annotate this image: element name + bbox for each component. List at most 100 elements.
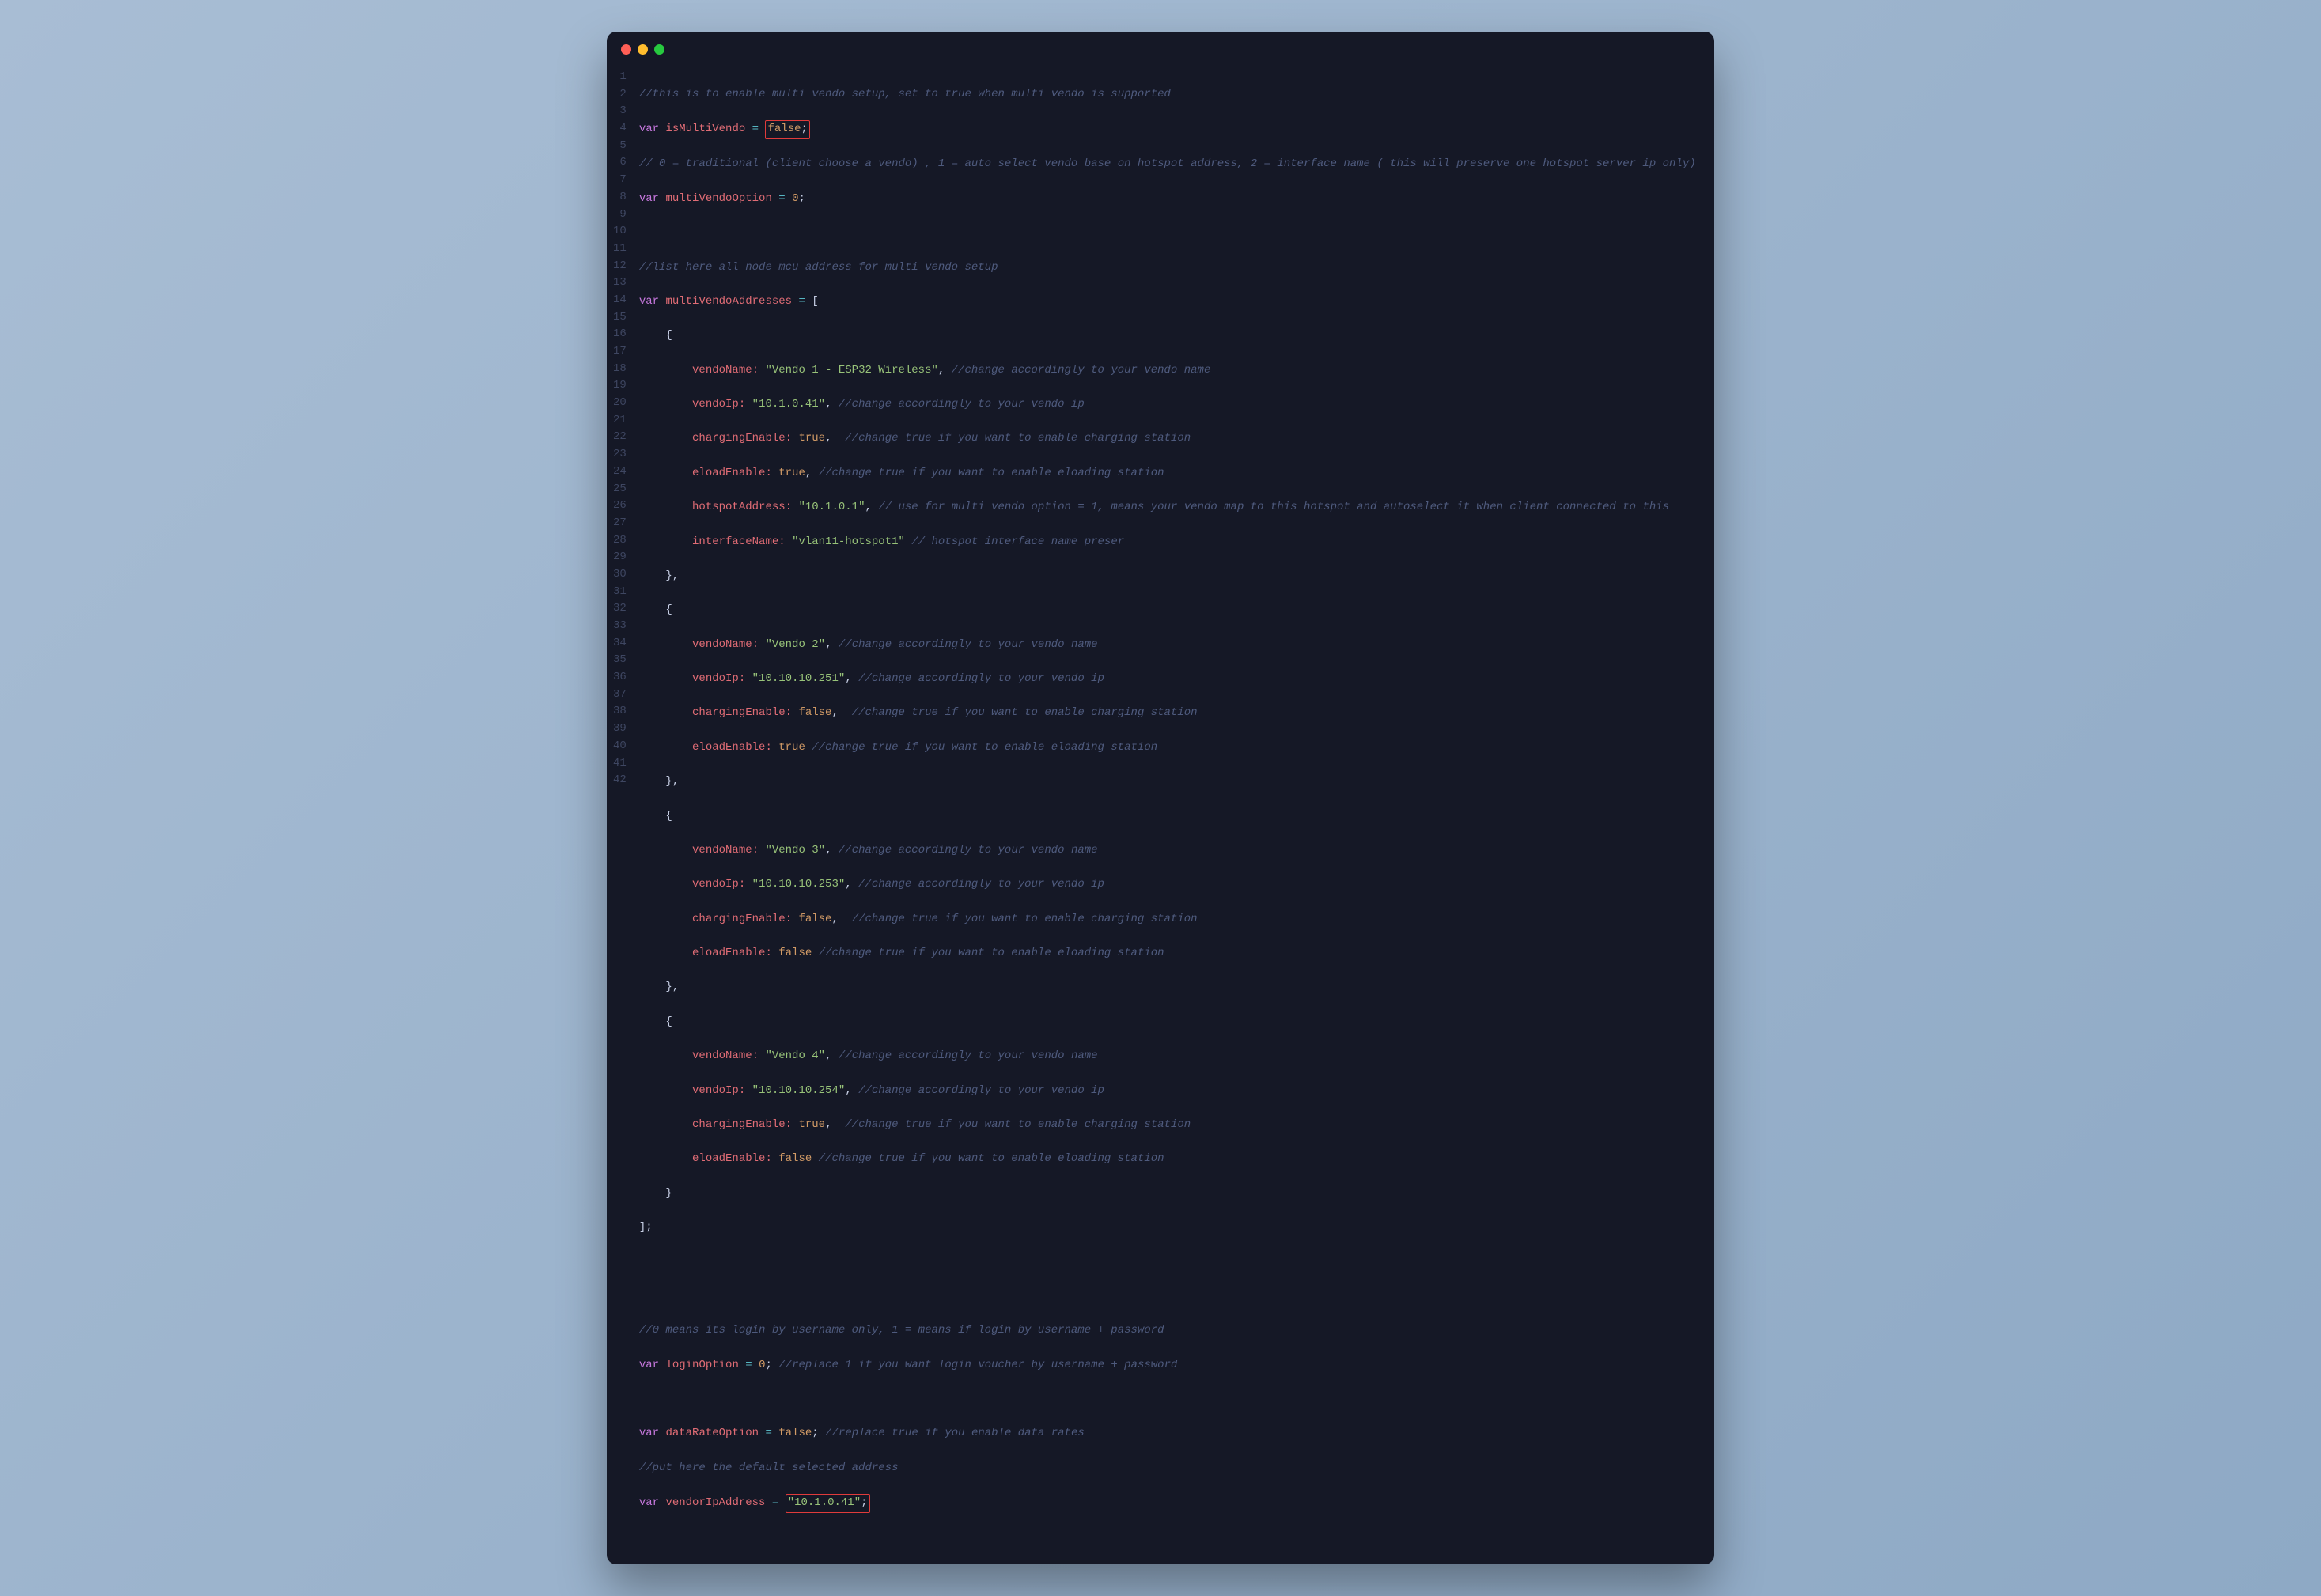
- code-bool: true: [778, 741, 805, 754]
- code-comment: //change accordingly to your vendo ip: [858, 878, 1104, 891]
- line-number: 13: [611, 274, 628, 292]
- code-comment: //change true if you want to enable eloa…: [819, 947, 1164, 959]
- code-punct: {: [639, 810, 672, 823]
- zoom-icon[interactable]: [654, 44, 664, 55]
- line-number: 4: [611, 120, 628, 138]
- code-punct: ,: [825, 1050, 831, 1062]
- line-number: 39: [611, 720, 628, 738]
- line-number: 22: [611, 429, 628, 446]
- line-number: 36: [611, 669, 628, 686]
- code-property: eloadEnable:: [639, 1152, 772, 1165]
- code-string: "Vendo 3": [765, 844, 825, 857]
- line-number: 5: [611, 138, 628, 155]
- code-punct: }: [639, 1187, 672, 1200]
- code-keyword: var: [639, 1496, 659, 1509]
- close-icon[interactable]: [621, 44, 631, 55]
- code-bool: false: [778, 1152, 812, 1165]
- code-bool: true: [798, 1118, 825, 1131]
- code-operator: =: [765, 1427, 771, 1439]
- code-comment: //change true if you want to enable eloa…: [819, 1152, 1164, 1165]
- code-property: vendoName:: [639, 364, 759, 376]
- code-comment: //change true if you want to enable eloa…: [819, 467, 1164, 479]
- code-comment: //0 means its login by username only, 1 …: [639, 1324, 1164, 1337]
- code-comment: //this is to enable multi vendo setup, s…: [639, 88, 1171, 100]
- line-number: 38: [611, 703, 628, 720]
- line-number: 14: [611, 292, 628, 309]
- line-number: 31: [611, 584, 628, 601]
- line-number: 28: [611, 532, 628, 550]
- code-property: vendoName:: [639, 844, 759, 857]
- code-comment: // use for multi vendo option = 1, means…: [878, 501, 1669, 513]
- code-punct: ,: [825, 638, 831, 651]
- code-operator: =: [772, 1496, 778, 1509]
- code-property: vendoIp:: [639, 1084, 745, 1097]
- code-property: eloadEnable:: [639, 467, 772, 479]
- code-punct: ,: [865, 501, 871, 513]
- code-string: "10.10.10.251": [752, 672, 846, 685]
- code-bool: false: [767, 123, 801, 135]
- code-punct: ,: [805, 467, 812, 479]
- code-keyword: var: [639, 295, 659, 308]
- code-string: "vlan11-hotspot1": [792, 535, 905, 548]
- code-punct: ,: [831, 913, 838, 925]
- code-comment: //change true if you want to enable char…: [852, 913, 1198, 925]
- code-punct: ,: [831, 706, 838, 719]
- code-punct: {: [639, 1015, 672, 1028]
- code-property: eloadEnable:: [639, 741, 772, 754]
- code-string: "10.1.0.41": [788, 1496, 861, 1509]
- code-property: vendoIp:: [639, 672, 745, 685]
- code-punct: ,: [845, 672, 851, 685]
- code-bool: true: [798, 432, 825, 444]
- code-content[interactable]: //this is to enable multi vendo setup, s…: [639, 69, 1700, 1547]
- highlight-box: false;: [765, 120, 809, 139]
- code-bool: false: [778, 1427, 812, 1439]
- line-number: 42: [611, 772, 628, 789]
- line-number: 20: [611, 395, 628, 412]
- minimize-icon[interactable]: [638, 44, 648, 55]
- code-punct: ];: [639, 1221, 653, 1234]
- code-comment: // 0 = traditional (client choose a vend…: [639, 157, 1696, 170]
- code-identifier: loginOption: [665, 1359, 738, 1371]
- line-number: 27: [611, 515, 628, 532]
- code-bool: false: [778, 947, 812, 959]
- code-punct: {: [639, 603, 672, 616]
- line-number: 3: [611, 103, 628, 120]
- code-keyword: var: [639, 1359, 659, 1371]
- code-punct: ;: [812, 1427, 818, 1439]
- code-property: vendoName:: [639, 638, 759, 651]
- code-punct: ,: [825, 844, 831, 857]
- code-keyword: var: [639, 123, 659, 135]
- line-number: 9: [611, 206, 628, 224]
- code-comment: // hotspot interface name preser: [911, 535, 1124, 548]
- line-number: 37: [611, 686, 628, 704]
- code-identifier: multiVendoAddresses: [665, 295, 792, 308]
- code-comment: //replace 1 if you want login voucher by…: [778, 1359, 1177, 1371]
- code-property: chargingEnable:: [639, 432, 792, 444]
- line-number: 7: [611, 172, 628, 189]
- code-punct: ,: [845, 1084, 851, 1097]
- line-number: 21: [611, 412, 628, 429]
- code-property: hotspotAddress:: [639, 501, 792, 513]
- line-number: 24: [611, 463, 628, 481]
- line-number: 11: [611, 240, 628, 258]
- code-bool: true: [778, 467, 805, 479]
- code-punct: },: [639, 569, 679, 582]
- code-property: vendoIp:: [639, 878, 745, 891]
- line-number: 35: [611, 652, 628, 669]
- code-bool: false: [798, 706, 831, 719]
- code-property: vendoName:: [639, 1050, 759, 1062]
- code-punct: ;: [861, 1496, 867, 1509]
- code-identifier: vendorIpAddress: [665, 1496, 765, 1509]
- code-editor[interactable]: 1 2 3 4 5 6 7 8 9 10 11 12 13 14 15 16 1…: [607, 62, 1714, 1564]
- code-punct: },: [639, 981, 679, 993]
- code-comment: //change accordingly to your vendo ip: [839, 398, 1085, 410]
- line-number: 34: [611, 635, 628, 652]
- line-number: 8: [611, 189, 628, 206]
- code-comment: //change true if you want to enable eloa…: [812, 741, 1157, 754]
- code-comment: //change true if you want to enable char…: [845, 432, 1191, 444]
- code-operator: =: [752, 123, 759, 135]
- line-number: 6: [611, 154, 628, 172]
- code-punct: ;: [801, 123, 808, 135]
- code-string: "10.1.0.1": [798, 501, 865, 513]
- code-punct: ,: [845, 878, 851, 891]
